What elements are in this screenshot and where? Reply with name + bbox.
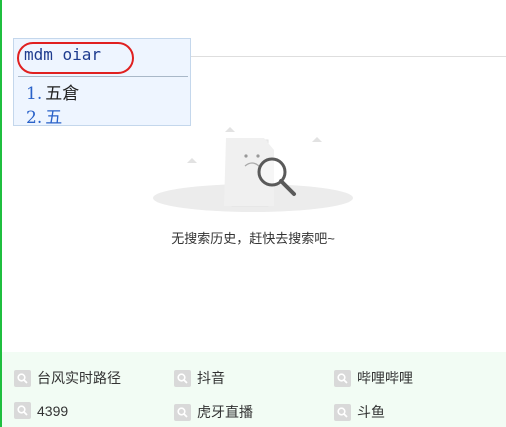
search-icon: [14, 369, 31, 387]
hot-search-label: 斗鱼: [357, 404, 385, 420]
annotation-circle: [17, 42, 134, 74]
hot-search-item[interactable]: 抖音: [174, 368, 225, 388]
hot-search-label: 哔哩哔哩: [357, 370, 413, 386]
hot-search-item[interactable]: 虎牙直播: [174, 402, 253, 422]
hot-search-item[interactable]: 哔哩哔哩: [334, 368, 413, 388]
hot-search-item[interactable]: 4399: [14, 402, 68, 419]
search-icon: [334, 403, 351, 421]
hot-search-label: 台风实时路径: [37, 370, 121, 386]
hot-search-label: 虎牙直播: [197, 404, 253, 420]
hot-search-item[interactable]: 台风实时路径: [14, 368, 121, 388]
candidate-text: 五倉: [45, 84, 80, 104]
empty-history-illustration: [153, 127, 353, 212]
candidate-number: 2.: [26, 108, 43, 128]
search-icon: [14, 402, 31, 419]
search-icon: [174, 403, 191, 421]
hot-search-label: 4399: [37, 402, 69, 419]
hot-search-panel: 台风实时路径 抖音 哔哩哔哩 4399 虎牙直播 斗鱼: [2, 352, 506, 427]
candidate-text: 五: [45, 108, 63, 128]
ime-candidate-2[interactable]: 2. 五: [26, 103, 62, 128]
ime-candidate-window: mdm oiar 1. 五倉 2. 五: [13, 38, 191, 128]
hot-search-label: 抖音: [197, 370, 225, 386]
search-icon: [334, 369, 351, 387]
divider-line: [190, 56, 506, 57]
hot-search-item[interactable]: 斗鱼: [334, 402, 385, 422]
empty-history-message: 无搜索历史，赶快去搜索吧~: [171, 231, 335, 246]
search-icon: [174, 369, 191, 387]
ime-separator: [18, 76, 188, 77]
candidate-number: 1.: [26, 84, 43, 104]
ime-candidate-1[interactable]: 1. 五倉: [26, 79, 79, 104]
